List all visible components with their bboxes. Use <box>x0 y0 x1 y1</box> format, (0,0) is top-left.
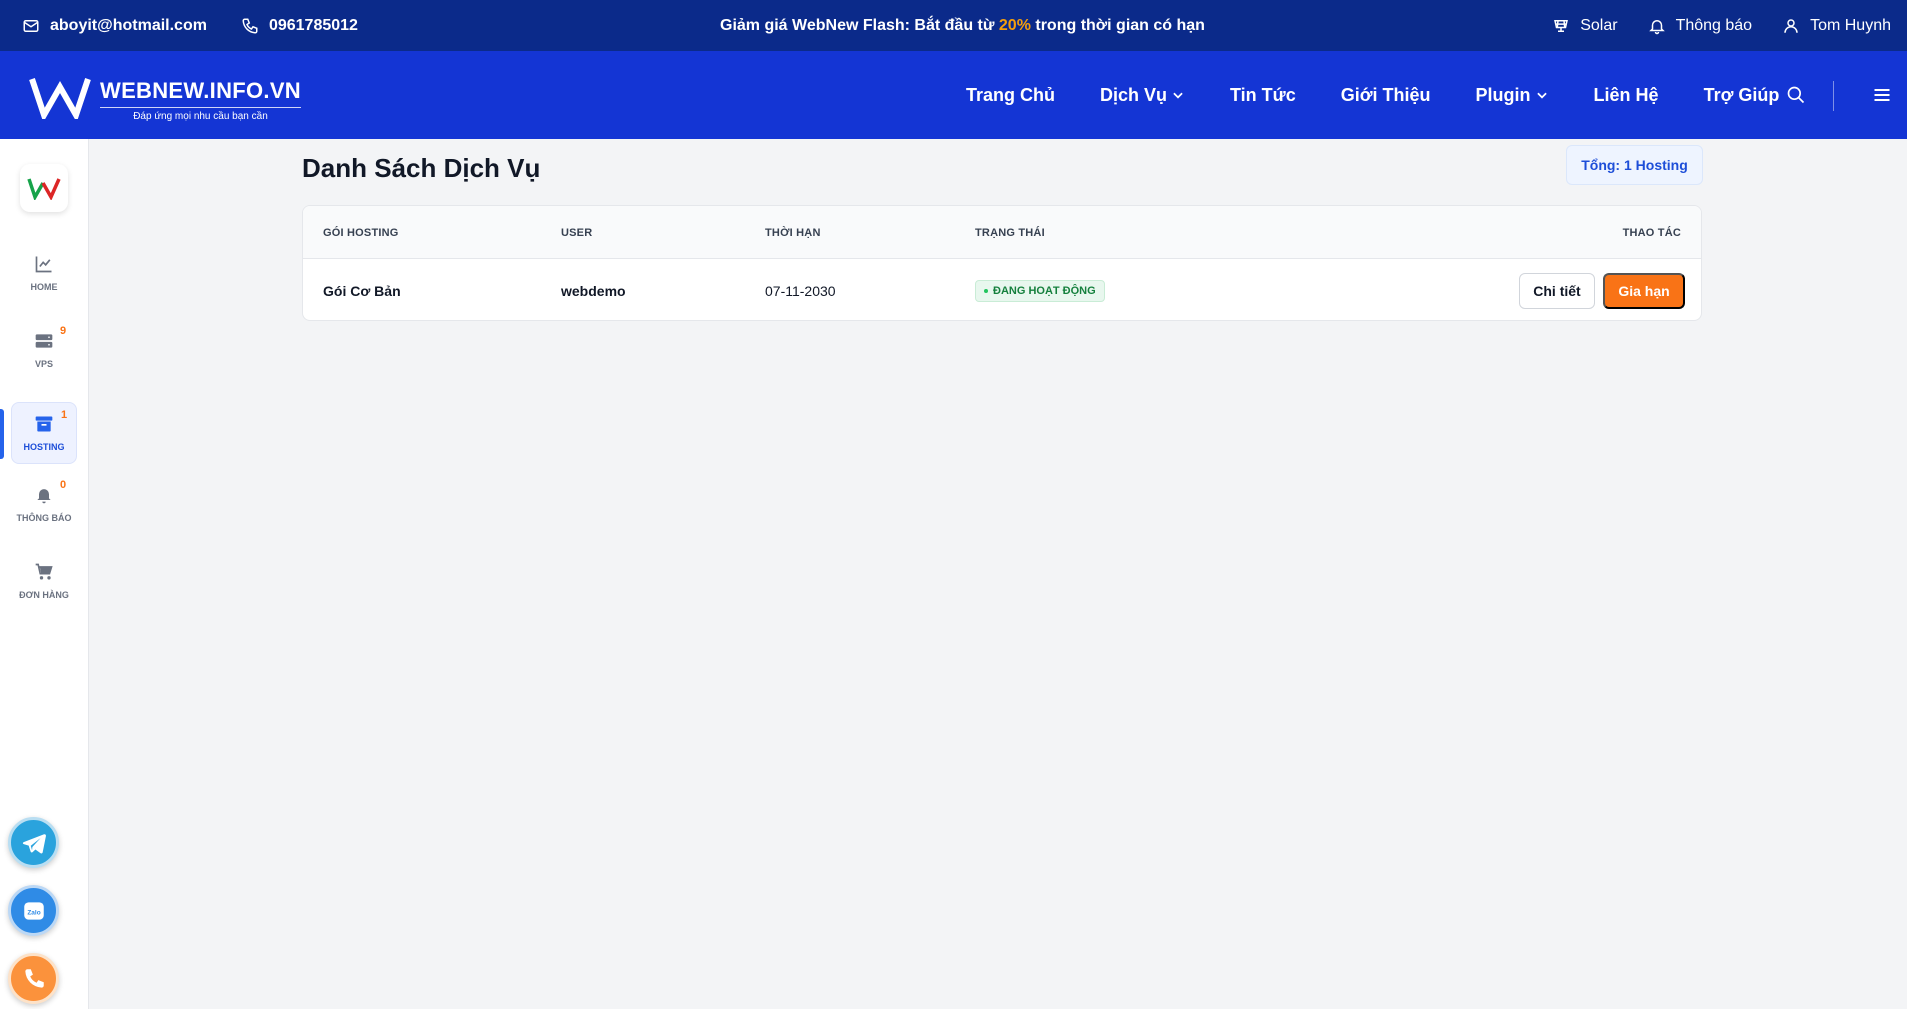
total-count-badge: Tổng: 1 Hosting <box>1566 145 1703 185</box>
solar-label: Solar <box>1580 16 1618 34</box>
nav-item-home[interactable]: Trang Chủ <box>966 85 1055 106</box>
nav-label: Trang Chủ <box>966 84 1055 105</box>
nav-label: Dịch Vụ <box>1100 84 1168 105</box>
notifications-label: Thông báo <box>1675 16 1753 34</box>
logo-mark-icon <box>28 75 92 124</box>
svg-text:Zalo: Zalo <box>27 909 40 916</box>
call-button[interactable] <box>8 953 59 1004</box>
call-icon <box>24 968 44 988</box>
phone-text: 0961785012 <box>268 16 358 34</box>
column-header-user: USER <box>561 226 593 239</box>
detail-button[interactable]: Chi tiết <box>1519 273 1595 309</box>
expiry-cell: 07-11-2030 <box>765 283 836 299</box>
nav-label: Liên Hệ <box>1593 84 1659 105</box>
chevron-down-icon <box>1173 92 1183 99</box>
sidebar-logo[interactable] <box>20 164 68 212</box>
phone-link[interactable]: 0961785012 <box>241 17 358 35</box>
sidebar-label: HOSTING <box>23 442 65 452</box>
column-header-package: GÓI HOSTING <box>323 226 399 239</box>
bell-icon <box>1648 19 1665 34</box>
page-title: Danh Sách Dịch Vụ <box>302 153 541 183</box>
sidebar: HOME VPS 9 HOSTING 1 THÔNG BÁO 0 ĐƠN HÀN… <box>0 139 89 1009</box>
chevron-down-icon <box>1536 92 1547 99</box>
nav-item-help[interactable]: Trợ Giúp <box>1704 85 1780 106</box>
column-header-actions: THAO TÁC <box>1622 226 1681 239</box>
promo-banner: Giảm giá WebNew Flash: Bắt đầu từ 20% tr… <box>720 0 1205 51</box>
phone-icon <box>242 18 258 34</box>
bell-icon <box>37 489 51 504</box>
hosting-count-badge: 1 <box>61 409 68 421</box>
sidebar-item-orders[interactable]: ĐƠN HÀNG <box>11 550 77 612</box>
nav-item-contact[interactable]: Liên Hệ <box>1594 85 1659 106</box>
email-link[interactable]: aboyit@hotmail.com <box>22 17 207 35</box>
status-dot-icon <box>984 289 988 293</box>
logo-subtitle: Đáp ứng mọi nhu cầu bạn cần <box>100 106 301 122</box>
services-table: GÓI HOSTING USER THỜI HẠN TRẠNG THÁI THA… <box>302 205 1702 321</box>
user-menu[interactable]: Tom Huynh <box>1782 17 1891 35</box>
header-divider <box>1833 81 1834 111</box>
archive-icon <box>35 416 53 432</box>
top-bar: aboyit@hotmail.com 0961785012 Giảm giá W… <box>0 0 1907 51</box>
column-header-expiry: THỜI HẠN <box>765 226 821 239</box>
main-nav: Trang Chủ Dịch Vụ Tin Tức Giới Thiệu Plu… <box>966 51 1779 139</box>
nav-label: Tin Tức <box>1230 84 1296 105</box>
logo-title: WEBNEW.INFO.VN <box>100 77 301 103</box>
vps-count-badge: 9 <box>60 325 67 337</box>
mail-icon <box>23 19 39 32</box>
user-cell: webdemo <box>561 283 626 299</box>
table-row: Gói Cơ Bản webdemo 07-11-2030 ĐANG HOẠT … <box>303 260 1701 320</box>
column-header-status: TRẠNG THÁI <box>975 226 1045 239</box>
sidebar-label: HOME <box>30 282 58 292</box>
brand-logo-icon <box>27 178 61 200</box>
search-icon[interactable] <box>1786 85 1806 105</box>
promo-prefix: Giảm giá WebNew Flash: Bắt đầu từ <box>720 16 999 34</box>
notifications-count-badge: 0 <box>60 479 67 491</box>
nav-item-news[interactable]: Tin Tức <box>1230 85 1296 106</box>
logo-text: WEBNEW.INFO.VN Đáp ứng mọi nhu cầu bạn c… <box>100 78 301 122</box>
sidebar-label: VPS <box>34 359 53 369</box>
zalo-button[interactable]: Zalo <box>8 885 59 936</box>
nav-label: Giới Thiệu <box>1340 84 1431 105</box>
contact-info: aboyit@hotmail.com 0961785012 <box>22 0 358 51</box>
promo-highlight: 20% <box>998 16 1031 34</box>
renew-button[interactable]: Gia hạn <box>1603 273 1685 309</box>
site-logo[interactable]: WEBNEW.INFO.VN Đáp ứng mọi nhu cầu bạn c… <box>28 75 301 124</box>
email-text: aboyit@hotmail.com <box>50 16 207 34</box>
sidebar-item-vps[interactable]: VPS 9 <box>11 319 77 381</box>
notifications-button[interactable]: Thông báo <box>1648 16 1753 35</box>
sidebar-label: THÔNG BÁO <box>16 513 72 523</box>
nav-label: Plugin <box>1475 84 1531 105</box>
telegram-icon <box>22 833 46 854</box>
user-icon <box>1784 18 1798 33</box>
chart-icon <box>35 256 52 273</box>
sidebar-item-home[interactable]: HOME <box>11 242 77 304</box>
nav-label: Trợ Giúp <box>1703 84 1780 105</box>
solar-icon <box>1554 19 1569 32</box>
zalo-icon: Zalo <box>23 901 44 920</box>
sidebar-label: ĐƠN HÀNG <box>19 590 69 600</box>
menu-icon[interactable] <box>1872 85 1892 105</box>
status-badge: ĐANG HOẠT ĐỘNG <box>975 280 1105 302</box>
nav-item-plugin[interactable]: Plugin <box>1476 85 1549 106</box>
user-name: Tom Huynh <box>1810 16 1891 34</box>
telegram-button[interactable] <box>8 817 59 868</box>
table-header: GÓI HOSTING USER THỜI HẠN TRẠNG THÁI THA… <box>303 206 1701 259</box>
nav-item-about[interactable]: Giới Thiệu <box>1341 85 1431 106</box>
sidebar-item-hosting[interactable]: HOSTING 1 <box>11 402 77 464</box>
status-cell: ĐANG HOẠT ĐỘNG <box>975 260 1105 320</box>
status-text: ĐANG HOẠT ĐỘNG <box>993 285 1096 297</box>
promo-suffix: trong thời gian có hạn <box>1030 16 1205 34</box>
solar-button[interactable]: Solar <box>1552 16 1618 35</box>
nav-item-services[interactable]: Dịch Vụ <box>1100 85 1185 106</box>
user-actions: Solar Thông báo Tom Huynh <box>1552 0 1891 51</box>
cart-icon <box>35 563 53 580</box>
server-icon <box>35 334 53 348</box>
main-header: WEBNEW.INFO.VN Đáp ứng mọi nhu cầu bạn c… <box>0 51 1907 139</box>
package-cell: Gói Cơ Bản <box>323 283 401 299</box>
active-indicator <box>0 409 4 459</box>
sidebar-item-notifications[interactable]: THÔNG BÁO 0 <box>11 473 77 535</box>
